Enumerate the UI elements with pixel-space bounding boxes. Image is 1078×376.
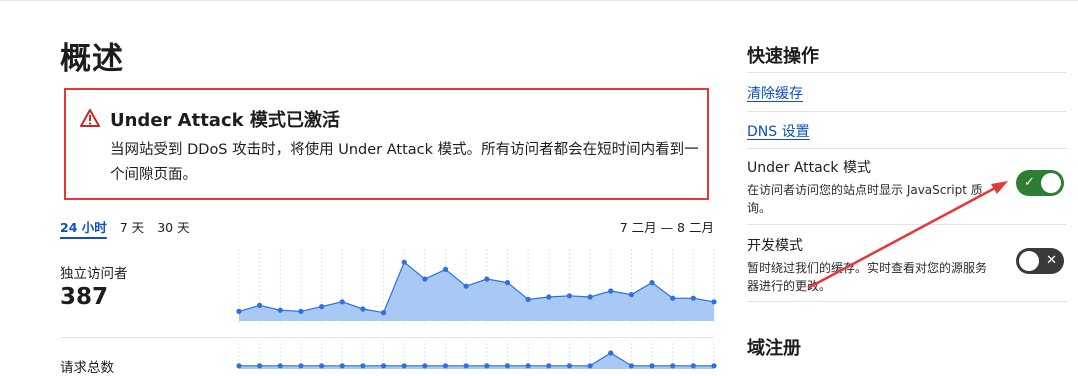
x-icon: ✕	[1046, 253, 1057, 268]
chart-point	[484, 276, 490, 282]
under-attack-title: Under Attack 模式	[747, 160, 871, 176]
chart-point	[319, 304, 325, 310]
chart-point	[360, 306, 366, 312]
chart-point	[649, 363, 655, 369]
chart-point	[401, 259, 407, 265]
tab-7-days[interactable]: 7 天	[120, 217, 144, 236]
dev-mode-title: 开发模式	[747, 238, 803, 254]
chart-point	[422, 276, 428, 282]
chart-point	[463, 283, 469, 289]
toggle-knob	[1019, 251, 1039, 271]
alert-body: 当网站受到 DDoS 攻击时，将使用 Under Attack 模式。所有访问者…	[110, 142, 699, 183]
quick-actions-title: 快速操作	[747, 46, 819, 67]
chart-area-fill	[239, 262, 714, 321]
metrics-divider	[60, 337, 714, 338]
chart-point	[319, 363, 325, 369]
under-attack-description: 在访问者访问您的站点时显示 JavaScript 质询。	[747, 183, 983, 215]
chart-point	[236, 363, 242, 369]
metric-value-unique-visitors: 387	[60, 284, 109, 310]
chart-point	[525, 363, 531, 369]
chart-point	[608, 288, 614, 294]
chart-point	[257, 363, 263, 369]
tab-24-hours[interactable]: 24 小时	[60, 217, 107, 236]
chart-point	[298, 363, 304, 369]
check-icon: ✓	[1024, 175, 1035, 190]
chart-point	[504, 363, 511, 369]
chart-point	[546, 363, 552, 369]
chart-point	[546, 294, 552, 300]
chart-series-line	[239, 352, 714, 367]
chart-point	[690, 295, 696, 301]
alert-title: Under Attack 模式已激活	[110, 110, 340, 131]
chart-point	[380, 310, 387, 316]
domain-registration-title: 域注册	[747, 338, 801, 359]
metric-label-total-requests: 请求总数	[60, 360, 114, 376]
dev-mode-description: 暂时绕过我们的缓存。实时查看对您的源服务器进行的更改。	[747, 261, 988, 293]
chart-point	[442, 266, 449, 272]
chart-area-fill	[239, 353, 714, 369]
chart-point	[628, 363, 634, 369]
page-title: 概述	[60, 41, 124, 77]
warning-triangle-icon	[80, 109, 100, 127]
dns-settings-link[interactable]: DNS 设置	[747, 121, 810, 141]
chart-point	[711, 299, 717, 305]
chart-point	[504, 280, 511, 286]
chart-point	[277, 307, 283, 313]
time-range-tabs: 24 小时 7 天 30 天	[60, 217, 190, 236]
divider	[747, 224, 1067, 225]
total-requests-chart	[236, 343, 717, 369]
chart-point	[277, 363, 283, 369]
chart-point	[566, 293, 573, 299]
top-divider	[0, 0, 1078, 1]
chart-point	[360, 363, 366, 369]
chart-point	[525, 296, 531, 302]
chart-point	[690, 363, 696, 369]
chart-point	[649, 280, 655, 286]
under-attack-alert: Under Attack 模式已激活 当网站受到 DDoS 攻击时，将使用 Un…	[64, 88, 709, 200]
chart-point	[257, 302, 263, 308]
chart-point	[670, 295, 676, 301]
divider	[747, 301, 1067, 302]
divider	[747, 148, 1067, 149]
toggle-knob	[1041, 173, 1061, 193]
chart-point	[422, 363, 428, 369]
chart-point	[711, 363, 717, 369]
chart-point	[463, 363, 469, 369]
chart-point	[670, 363, 676, 369]
chart-point	[236, 308, 242, 314]
under-attack-toggle[interactable]: ✓	[1016, 170, 1064, 196]
dev-mode-toggle[interactable]: ✕	[1016, 248, 1064, 274]
chart-point	[442, 363, 449, 369]
chart-point	[380, 363, 387, 369]
chart-point	[608, 350, 614, 356]
unique-visitors-chart	[236, 249, 717, 325]
chart-point	[339, 299, 345, 305]
tab-30-days[interactable]: 30 天	[157, 217, 189, 236]
chart-point	[484, 363, 490, 369]
date-range: 7 二月 — 8 二月	[619, 220, 714, 235]
purge-cache-link[interactable]: 清除缓存	[747, 83, 803, 103]
chart-point	[401, 363, 407, 369]
chart-point	[339, 363, 345, 369]
chart-point	[566, 363, 573, 369]
chart-point	[628, 292, 634, 298]
chart-point	[587, 363, 593, 369]
divider	[747, 72, 1067, 73]
divider	[747, 111, 1067, 112]
chart-point	[298, 308, 304, 314]
chart-point	[587, 294, 593, 300]
metric-label-unique-visitors: 独立访问者	[60, 266, 128, 282]
